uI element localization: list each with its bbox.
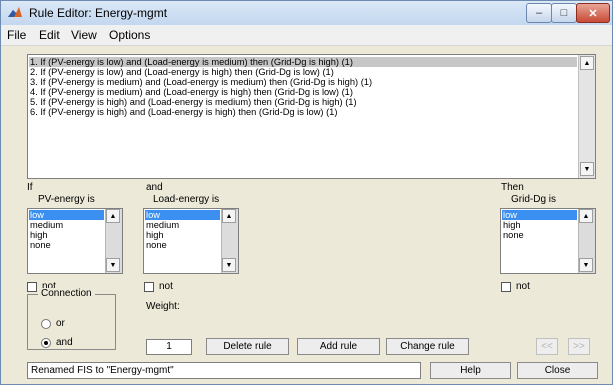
weight-input[interactable]: 1 — [146, 339, 192, 355]
rule-item[interactable]: 6. If (PV-energy is high) and (Load-ener… — [30, 107, 337, 117]
delete-rule-button[interactable]: Delete rule — [206, 338, 289, 355]
scroll-up-icon[interactable]: ▲ — [580, 56, 594, 70]
menu-options[interactable]: Options — [109, 28, 150, 42]
rule-item[interactable]: 2. If (PV-energy is low) and (Load-energ… — [30, 67, 334, 77]
prev-rule-button[interactable]: << — [536, 338, 558, 355]
then-label: Then — [501, 182, 524, 193]
connection-or-label: or — [56, 318, 65, 329]
pv-energy-label: PV-energy is — [38, 194, 95, 205]
list-item[interactable]: low — [145, 210, 220, 220]
grid-dg-scrollbar[interactable]: ▲ ▼ — [578, 209, 595, 273]
list-item[interactable]: none — [29, 240, 51, 250]
list-item[interactable]: high — [29, 230, 48, 240]
menu-file[interactable]: File — [7, 28, 26, 42]
grid-dg-listbox[interactable]: low high none ▲ ▼ — [500, 208, 596, 274]
load-energy-scrollbar[interactable]: ▲ ▼ — [221, 209, 238, 273]
window-title: Rule Editor: Energy-mgmt — [29, 6, 168, 20]
if-label: If — [27, 182, 33, 193]
maximize-button[interactable]: □ — [551, 3, 577, 23]
minimize-icon: – — [535, 7, 543, 19]
grid-dg-label: Grid-Dg is — [511, 194, 557, 205]
status-bar: Renamed FIS to "Energy-mgmt" — [27, 362, 421, 379]
rule-item[interactable]: 1. If (PV-energy is low) and (Load-energ… — [29, 57, 577, 67]
close-button[interactable]: Close — [517, 362, 598, 379]
grid-dg-not-checkbox[interactable] — [501, 282, 511, 292]
connection-and-label: and — [56, 337, 73, 348]
matlab-logo-icon — [8, 7, 22, 17]
list-item[interactable]: none — [502, 230, 524, 240]
scroll-down-icon[interactable]: ▼ — [222, 258, 236, 272]
pv-energy-scrollbar[interactable]: ▲ ▼ — [105, 209, 122, 273]
pv-energy-listbox[interactable]: low medium high none ▲ ▼ — [27, 208, 123, 274]
next-rule-button[interactable]: >> — [568, 338, 590, 355]
scroll-up-icon[interactable]: ▲ — [222, 209, 236, 223]
load-energy-listbox[interactable]: low medium high none ▲ ▼ — [143, 208, 239, 274]
scroll-down-icon[interactable]: ▼ — [580, 162, 594, 176]
weight-label: Weight: — [146, 301, 180, 312]
rule-list[interactable]: 1. If (PV-energy is low) and (Load-energ… — [27, 54, 596, 179]
load-energy-label: Load-energy is — [153, 194, 220, 205]
scroll-up-icon[interactable]: ▲ — [579, 209, 593, 223]
load-energy-not-checkbox[interactable] — [144, 282, 154, 292]
grid-dg-not-label: not — [516, 281, 530, 292]
menu-view[interactable]: View — [71, 28, 97, 42]
list-item[interactable]: medium — [145, 220, 179, 230]
rule-editor-window: Rule Editor: Energy-mgmt – □ ✕ File Edit… — [0, 0, 613, 385]
rule-item[interactable]: 5. If (PV-energy is high) and (Load-ener… — [30, 97, 357, 107]
maximize-icon: □ — [560, 7, 568, 19]
list-item[interactable]: low — [502, 210, 577, 220]
change-rule-button[interactable]: Change rule — [386, 338, 469, 355]
rule-list-scrollbar[interactable]: ▲ ▼ — [578, 55, 595, 178]
scroll-up-icon[interactable]: ▲ — [106, 209, 120, 223]
connection-and-radio[interactable] — [41, 338, 51, 348]
connection-label: Connection — [38, 288, 95, 299]
title-bar[interactable]: Rule Editor: Energy-mgmt – □ ✕ — [1, 1, 612, 25]
load-energy-not-label: not — [159, 281, 173, 292]
menu-bar: File Edit View Options — [1, 25, 612, 46]
list-item[interactable]: none — [145, 240, 167, 250]
menu-edit[interactable]: Edit — [39, 28, 60, 42]
list-item[interactable]: high — [502, 220, 521, 230]
and-label: and — [146, 182, 163, 193]
connection-or-radio[interactable] — [41, 319, 51, 329]
rule-item[interactable]: 3. If (PV-energy is medium) and (Load-en… — [30, 77, 372, 87]
rule-item[interactable]: 4. If (PV-energy is medium) and (Load-en… — [30, 87, 353, 97]
list-item[interactable]: high — [145, 230, 164, 240]
add-rule-button[interactable]: Add rule — [297, 338, 380, 355]
list-item[interactable]: low — [29, 210, 104, 220]
list-item[interactable]: medium — [29, 220, 63, 230]
minimize-button[interactable]: – — [526, 3, 552, 23]
scroll-down-icon[interactable]: ▼ — [579, 258, 593, 272]
scroll-down-icon[interactable]: ▼ — [106, 258, 120, 272]
close-window-button[interactable]: ✕ — [576, 3, 610, 23]
help-button[interactable]: Help — [430, 362, 511, 379]
pv-energy-not-checkbox[interactable] — [27, 282, 37, 292]
close-icon: ✕ — [588, 7, 598, 20]
